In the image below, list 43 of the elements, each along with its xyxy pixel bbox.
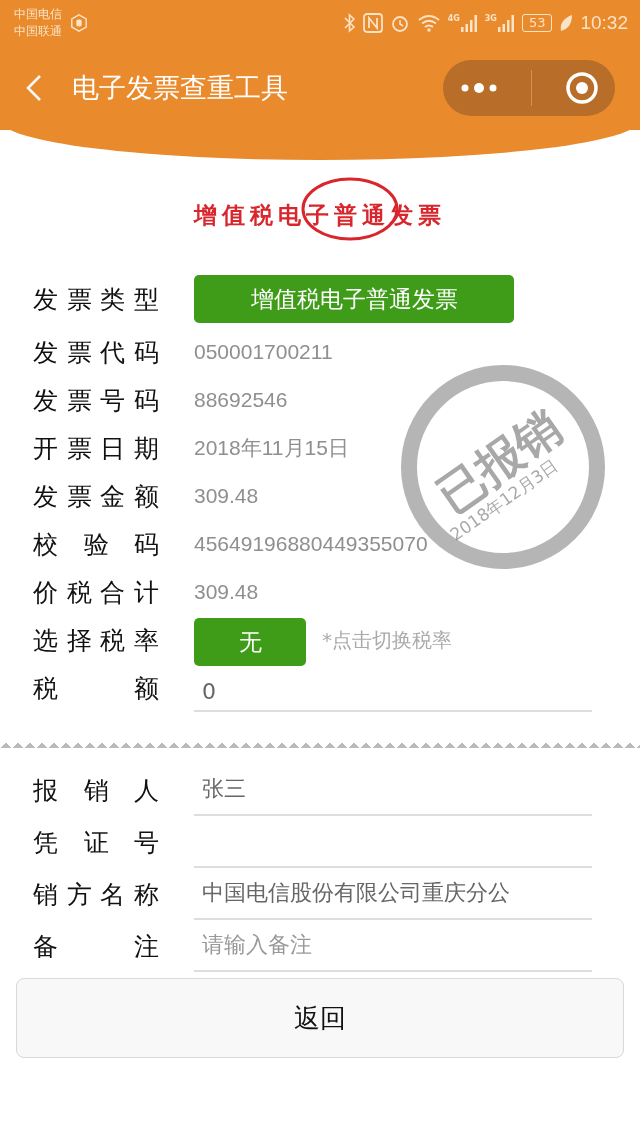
wifi-icon — [416, 14, 441, 32]
signal-icon — [496, 14, 515, 32]
hint-text: *点击切换税率 — [322, 626, 452, 654]
field-label: 销方名称 — [33, 878, 159, 911]
field-label: 报销人 — [33, 774, 159, 807]
invoice-type-button[interactable]: 增值税电子普通发票 — [194, 275, 514, 323]
field-label: 发票代码 — [33, 336, 159, 369]
close-icon[interactable] — [564, 71, 599, 105]
battery-level: 53 — [521, 14, 553, 32]
field-label: 凭证号 — [33, 826, 159, 859]
back-icon[interactable] — [26, 74, 42, 102]
page-title: 电子发票查重工具 — [72, 71, 288, 105]
carrier-name: 中国联通 — [14, 23, 62, 40]
clock-time: 10:32 — [580, 12, 628, 34]
field-label: 备注 — [33, 930, 159, 963]
field-value: 2018年11月15日 — [194, 435, 349, 461]
input-field[interactable]: 中国电信股份有限公司重庆分公 — [194, 868, 592, 920]
field-value: 88692546 — [194, 388, 288, 412]
field-label: 发票类型 — [33, 283, 159, 316]
carrier-name: 中国电信 — [14, 6, 62, 23]
input-field[interactable]: 0 — [194, 672, 592, 712]
field-label: 发票金额 — [33, 480, 159, 513]
field-label: 税额 — [33, 672, 159, 705]
alarm-icon — [389, 13, 410, 33]
leaf-icon — [559, 14, 574, 32]
field-value: 050001700211 — [194, 340, 333, 364]
field-value: 309.48 — [194, 580, 259, 604]
signal-icon — [459, 14, 478, 32]
input-field[interactable]: 张三 — [194, 764, 592, 816]
network-label: 4G — [447, 14, 460, 23]
network-label: 3G — [484, 14, 497, 23]
field-label: 选择税率 — [33, 624, 159, 657]
field-label: 价税合计 — [33, 576, 159, 609]
bluetooth-icon — [343, 13, 356, 33]
tax-rate-button[interactable]: 无 — [194, 618, 306, 666]
nfc-icon — [362, 13, 383, 33]
field-label: 发票号码 — [33, 384, 159, 417]
hand-icon — [70, 14, 88, 32]
field-value: 45649196880449355070 — [194, 532, 428, 556]
back-button[interactable]: 返回 — [16, 978, 624, 1058]
field-value: 309.48 — [194, 484, 259, 508]
field-label: 开票日期 — [33, 432, 159, 465]
field-label: 校验码 — [33, 528, 159, 561]
